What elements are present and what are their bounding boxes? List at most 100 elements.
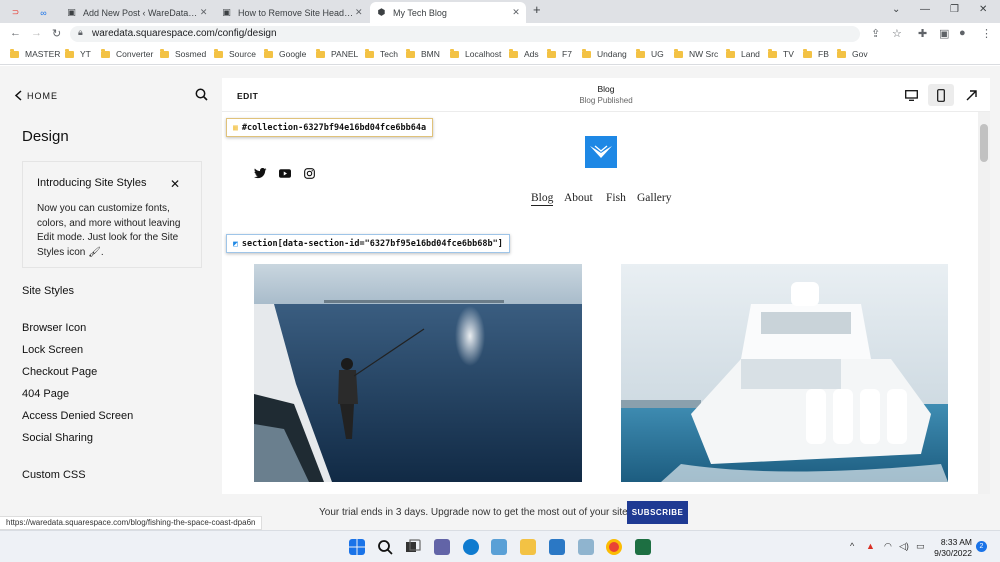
menu-kebab-icon[interactable]: ⋮ bbox=[981, 27, 992, 40]
folder-icon bbox=[406, 48, 415, 58]
bookmark-folder[interactable]: NW Src bbox=[674, 48, 718, 59]
bookmark-folder[interactable]: F7 bbox=[547, 48, 572, 59]
subscribe-button[interactable]: SUBSCRIBE bbox=[627, 501, 688, 524]
menu-site-styles[interactable]: Site Styles bbox=[22, 285, 74, 297]
scrollbar-thumb[interactable] bbox=[980, 124, 988, 162]
bookmark-folder[interactable]: FB bbox=[803, 48, 829, 59]
alert-icon[interactable]: ▲ bbox=[866, 541, 875, 551]
mobile-view-button[interactable] bbox=[928, 84, 954, 106]
folder-icon bbox=[636, 48, 645, 58]
search-icon[interactable] bbox=[195, 88, 208, 101]
menu-social-sharing[interactable]: Social Sharing bbox=[22, 432, 93, 444]
edge-icon[interactable] bbox=[463, 539, 479, 555]
remote-desktop-icon[interactable] bbox=[578, 539, 594, 555]
search-icon[interactable] bbox=[377, 539, 393, 555]
bookmark-folder[interactable]: UG bbox=[636, 48, 664, 59]
tab-pinned-2[interactable]: ∞ bbox=[32, 2, 58, 23]
reload-icon[interactable]: ↻ bbox=[52, 27, 61, 40]
wifi-icon[interactable]: ◠ bbox=[884, 541, 892, 552]
tab-title: Add New Post ‹ WareData — W bbox=[83, 7, 199, 18]
arrow-up-right-icon bbox=[966, 89, 977, 100]
tab-add-new-post[interactable]: ▣ Add New Post ‹ WareData — W ✕ bbox=[60, 2, 213, 23]
desktop-view-button[interactable] bbox=[898, 84, 924, 106]
bookmark-folder[interactable]: BMN bbox=[406, 48, 440, 59]
bookmark-folder[interactable]: Land bbox=[726, 48, 760, 59]
restore-icon[interactable]: ❐ bbox=[950, 4, 959, 15]
tab-pinned-1[interactable]: ⊃ bbox=[4, 2, 30, 23]
file-explorer-icon[interactable] bbox=[520, 539, 536, 555]
preview-scrollbar[interactable] bbox=[978, 112, 990, 494]
profile-avatar-icon[interactable]: ● bbox=[959, 27, 966, 39]
blog-post-image-fishing[interactable] bbox=[254, 264, 582, 482]
site-nav-gallery[interactable]: Gallery bbox=[637, 192, 671, 204]
extensions-icon[interactable]: ✚ bbox=[918, 27, 927, 40]
expand-preview-button[interactable] bbox=[958, 84, 984, 106]
system-clock[interactable]: 8:33 AM 9/30/2022 bbox=[930, 537, 972, 559]
menu-custom-css[interactable]: Custom CSS bbox=[22, 469, 86, 481]
task-view-icon[interactable] bbox=[405, 539, 421, 555]
close-icon[interactable]: ✕ bbox=[170, 177, 180, 191]
bookmark-folder[interactable]: Undang bbox=[582, 48, 627, 59]
notification-badge[interactable]: 2 bbox=[976, 541, 987, 552]
bookmark-folder[interactable]: TV bbox=[768, 48, 794, 59]
new-tab-icon[interactable]: + bbox=[533, 2, 541, 17]
bookmark-folder[interactable]: Google bbox=[264, 48, 306, 59]
share-icon[interactable]: ⇪ bbox=[871, 27, 880, 40]
menu-404-page[interactable]: 404 Page bbox=[22, 388, 69, 400]
close-icon[interactable]: ✕ bbox=[510, 7, 522, 18]
bookmark-folder[interactable]: Ads bbox=[509, 48, 539, 59]
bookmark-folder[interactable]: Converter bbox=[101, 48, 153, 59]
volume-icon[interactable]: ◁) bbox=[899, 541, 909, 552]
menu-browser-icon[interactable]: Browser Icon bbox=[22, 322, 86, 334]
instagram-icon[interactable] bbox=[304, 168, 315, 179]
notepad-icon[interactable] bbox=[549, 539, 565, 555]
blog-post-image-boat[interactable] bbox=[621, 264, 948, 482]
bookmark-folder[interactable]: PANEL bbox=[316, 48, 358, 59]
site-nav-fish[interactable]: Fish bbox=[606, 192, 626, 204]
site-nav-blog[interactable]: Blog bbox=[531, 192, 554, 206]
sport-boat-photo bbox=[621, 264, 948, 482]
home-link[interactable]: HOME bbox=[14, 90, 58, 101]
bookmark-folder[interactable]: Gov bbox=[837, 48, 868, 59]
bookmark-folder[interactable]: Sosmed bbox=[160, 48, 206, 59]
bookmark-folder[interactable]: Tech bbox=[365, 48, 398, 59]
menu-lock-screen[interactable]: Lock Screen bbox=[22, 344, 83, 356]
bookmark-folder[interactable]: Source bbox=[214, 48, 256, 59]
close-icon[interactable]: ✕ bbox=[198, 7, 209, 18]
bookmark-folder[interactable]: MASTER bbox=[10, 48, 60, 59]
chevron-left-icon bbox=[14, 90, 22, 101]
chevron-up-icon[interactable]: ^ bbox=[850, 541, 854, 551]
battery-icon[interactable]: ▭ bbox=[916, 541, 925, 552]
address-bar[interactable]: 🔒︎ waredata.squarespace.com/config/desig… bbox=[70, 26, 860, 42]
info-heading: Introducing Site Styles bbox=[37, 177, 147, 189]
grid-icon: ▦ bbox=[233, 123, 238, 132]
folder-icon bbox=[214, 48, 223, 58]
youtube-icon[interactable] bbox=[279, 169, 291, 178]
site-nav-about[interactable]: About bbox=[564, 192, 593, 204]
menu-checkout-page[interactable]: Checkout Page bbox=[22, 366, 97, 378]
site-logo[interactable] bbox=[585, 136, 617, 168]
bookmark-folder[interactable]: Localhost bbox=[450, 48, 501, 59]
tab-my-tech-blog[interactable]: ⬢ My Tech Blog ✕ bbox=[370, 2, 526, 23]
star-icon[interactable]: ☆ bbox=[892, 27, 902, 40]
chrome-icon[interactable] bbox=[606, 539, 622, 555]
preview-page-status: Blog Published bbox=[579, 96, 633, 105]
side-panel-icon[interactable]: ▣ bbox=[939, 27, 949, 40]
minimize-icon[interactable]: — bbox=[920, 4, 930, 15]
design-panel: HOME Design Introducing Site Styles ✕ No… bbox=[0, 66, 222, 494]
forward-arrow-icon[interactable]: → bbox=[31, 27, 42, 39]
close-icon[interactable]: ✕ bbox=[354, 7, 364, 18]
twitter-icon[interactable] bbox=[254, 168, 267, 179]
photos-icon[interactable] bbox=[491, 539, 507, 555]
tab-remove-header[interactable]: ▣ How to Remove Site Header Squ ✕ bbox=[215, 2, 368, 23]
chevron-down-icon[interactable]: ⌄ bbox=[892, 4, 900, 15]
info-body: Now you can customize fonts, colors, and… bbox=[37, 203, 181, 258]
folder-icon bbox=[837, 48, 846, 58]
excel-icon[interactable] bbox=[635, 539, 651, 555]
window-close-icon[interactable]: ✕ bbox=[979, 4, 987, 15]
back-arrow-icon[interactable]: ← bbox=[10, 27, 21, 39]
bookmark-folder[interactable]: YT bbox=[65, 48, 91, 59]
windows-start-icon[interactable] bbox=[349, 539, 365, 555]
teams-icon[interactable] bbox=[434, 539, 450, 555]
menu-access-denied-screen[interactable]: Access Denied Screen bbox=[22, 410, 133, 422]
